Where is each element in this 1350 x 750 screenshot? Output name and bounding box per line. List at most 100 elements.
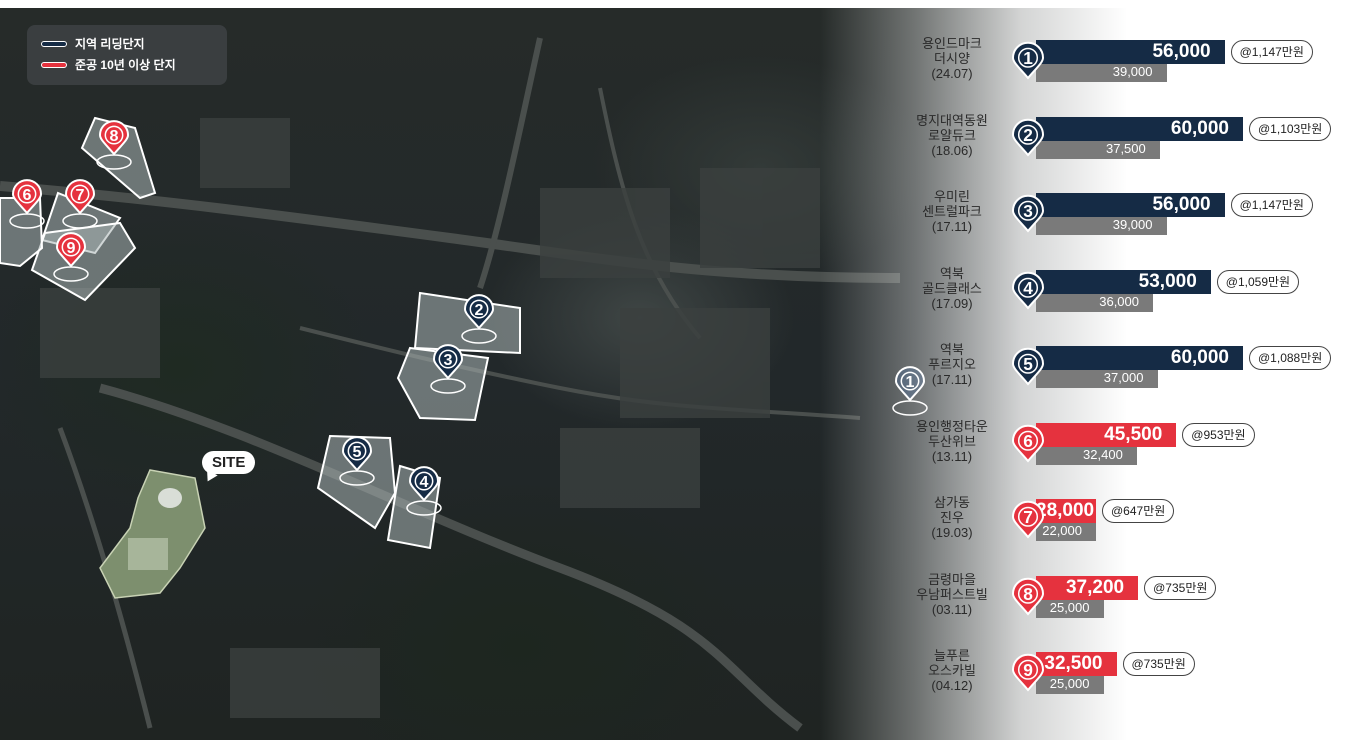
price-per-pyeong-badge: @1,103만원 xyxy=(1249,116,1332,141)
complex-name-line: 두산위브 xyxy=(928,433,976,449)
complex-name-line: (19.03) xyxy=(931,525,973,540)
price-per-pyeong-badge: @953만원 xyxy=(1182,422,1255,447)
complex-name: 금령마을 우남퍼스트빌 (03.11) xyxy=(892,572,1012,617)
road-middle xyxy=(299,326,861,420)
map-pin-8[interactable]: 8 xyxy=(1011,577,1045,616)
complex-name-line: 삼가동 xyxy=(934,495,970,510)
complex-name-line: 역북 xyxy=(940,342,964,357)
sub-price-bar: 37,000 xyxy=(1036,368,1158,388)
legend-label: 지역 리딩단지 xyxy=(75,37,145,51)
pin-number: 9 xyxy=(67,239,76,257)
list-pin-icon: 8 xyxy=(1011,577,1045,616)
map-pin-1[interactable]: 1 xyxy=(1011,41,1045,80)
list-pin-icon: 1 xyxy=(1011,41,1045,80)
price-per-pyeong-badge: @1,088만원 xyxy=(1249,346,1332,370)
complex-name-line: 우미린 xyxy=(934,189,970,204)
urban-block xyxy=(200,118,290,188)
complex-name-line: 더시양 xyxy=(934,51,970,66)
complex-name-line: (13.11) xyxy=(931,448,973,464)
complex-name-line: 센트럴파크 xyxy=(922,204,982,219)
complex-name-line: 로얄듀크 xyxy=(928,127,976,143)
price-bar: 37,200 xyxy=(1036,575,1139,600)
pin-number: 8 xyxy=(1023,584,1033,604)
complex-name: 역북 골드클래스 (17.09) xyxy=(892,266,1012,311)
complex-name: 용인드마크 더시양 (24.07) xyxy=(892,36,1012,81)
pin-number: 5 xyxy=(1023,354,1033,374)
complex-name-line: (17.11) xyxy=(931,219,973,234)
price-per-pyeong-badge: @647만원 xyxy=(1102,499,1175,523)
complex-name-line: 오스카빌 xyxy=(928,663,976,678)
outline-complex-6 xyxy=(0,197,44,268)
pin-number: 7 xyxy=(1023,507,1033,527)
complex-name-line: 골드클래스 xyxy=(922,280,982,296)
price-per-pyeong-badge: @735만원 xyxy=(1122,652,1195,676)
site-parcel xyxy=(99,469,206,599)
site-label: SITE xyxy=(202,451,256,474)
complex-name: 용인행정타운 두산위브 (13.11) xyxy=(892,419,1012,464)
pin-number: 7 xyxy=(76,186,85,204)
list-pin-icon: 5 xyxy=(1011,347,1045,386)
map-pin-2[interactable]: 2 xyxy=(1011,118,1045,157)
price-bar: 45,500 xyxy=(1036,422,1177,447)
complex-name-line: 용인드마크 xyxy=(922,36,982,51)
legend-item: 준공 10년 이상 단지 xyxy=(41,54,213,75)
map-pin-4[interactable]: 4 xyxy=(1011,271,1045,310)
pin-number: 3 xyxy=(1023,201,1033,221)
sub-price-bar: 36,000 xyxy=(1036,291,1153,312)
list-pin-icon: 7 xyxy=(1011,500,1045,539)
price-bar: 60,000 xyxy=(1036,346,1243,370)
urban-block xyxy=(540,188,670,278)
pin-number: 4 xyxy=(1023,278,1033,298)
pin-number: 9 xyxy=(1023,660,1033,680)
complex-name-line: (17.09) xyxy=(931,295,973,311)
complex-name-line: (18.06) xyxy=(931,142,973,158)
pin-number: 4 xyxy=(420,473,429,491)
price-bar: 53,000 xyxy=(1036,269,1211,294)
list-pin-icon: 4 xyxy=(1011,271,1045,310)
pin-number: 3 xyxy=(444,351,453,369)
map-pin-9[interactable]: 9 xyxy=(1011,653,1045,692)
map-pin-6[interactable]: 6 xyxy=(1011,424,1045,463)
price-per-pyeong-badge: @1,147만원 xyxy=(1230,40,1313,64)
pin-number: 1 xyxy=(1023,48,1033,68)
complex-name-line: 푸르지오 xyxy=(928,357,976,372)
complex-name-line: 명지대역동원 xyxy=(916,112,988,128)
list-pin-icon: 3 xyxy=(1011,194,1045,233)
complex-name: 우미린 센트럴파크 (17.11) xyxy=(892,189,1012,234)
pin-number: 6 xyxy=(1023,431,1033,451)
legend-swatch-navy xyxy=(41,40,67,47)
legend-swatch-red xyxy=(41,61,67,68)
price-per-pyeong-badge: @1,147만원 xyxy=(1230,193,1313,217)
map-legend: 지역 리딩단지 준공 10년 이상 단지 xyxy=(27,25,227,85)
list-pin-icon: 6 xyxy=(1011,424,1045,463)
pin-number: 2 xyxy=(1023,125,1033,145)
list-pin-icon: 9 xyxy=(1011,653,1045,692)
complex-name-line: 용인행정타운 xyxy=(916,418,988,434)
complex-name-line: 역북 xyxy=(940,265,964,281)
map-pin-7[interactable]: 7 xyxy=(1011,500,1045,539)
complex-name-line: 늘푸른 xyxy=(934,648,970,663)
map-pin-5[interactable]: 5 xyxy=(1011,347,1045,386)
urban-block xyxy=(700,168,820,268)
legend-item: 지역 리딩단지 xyxy=(41,33,213,54)
complex-name-line: (04.12) xyxy=(931,678,973,693)
legend-label: 준공 10년 이상 단지 xyxy=(75,58,176,72)
complex-name: 명지대역동원 로얄듀크 (18.06) xyxy=(892,113,1012,158)
price-bar: 56,000 xyxy=(1036,193,1225,217)
price-bar: 60,000 xyxy=(1036,116,1243,141)
map-pin-3[interactable]: 3 xyxy=(1011,194,1045,233)
price-per-pyeong-badge: @1,059만원 xyxy=(1216,269,1300,294)
sub-price-bar: 32,400 xyxy=(1036,444,1137,465)
price-per-pyeong-badge: @735만원 xyxy=(1144,575,1217,600)
site-feature xyxy=(128,538,168,570)
urban-block xyxy=(560,428,700,508)
pin-number: 5 xyxy=(353,443,362,461)
site-feature xyxy=(158,488,182,508)
complex-name: 역북 푸르지오 (17.11) xyxy=(892,342,1012,387)
pin-number: 6 xyxy=(23,186,32,204)
list-pin-icon: 2 xyxy=(1011,118,1045,157)
urban-block xyxy=(620,308,770,418)
urban-block xyxy=(40,288,160,378)
complex-name-line: (17.11) xyxy=(931,372,973,387)
pin-number: 8 xyxy=(110,127,119,145)
